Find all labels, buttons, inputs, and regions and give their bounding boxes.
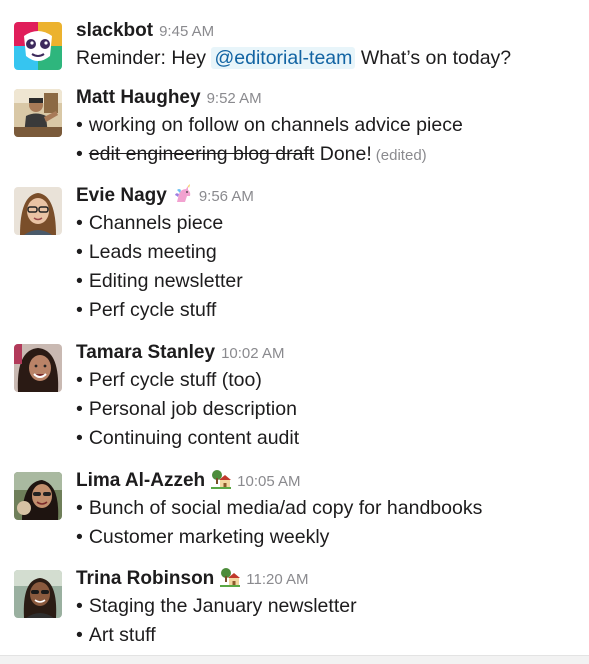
message-feed: slackbot 9:45 AM Reminder: Hey @editorial… bbox=[0, 0, 589, 655]
bullet: • bbox=[76, 241, 83, 263]
list-item-text: Continuing content audit bbox=[88, 427, 300, 449]
done-text: Done! bbox=[319, 143, 372, 165]
bullet: • bbox=[76, 427, 83, 449]
message-content: Tamara Stanley 10:02 AM • Perf cycle stuff… bbox=[76, 340, 579, 453]
message-header: Trina Robinson 11:20 AM bbox=[76, 566, 579, 592]
bullet: • bbox=[76, 497, 83, 519]
reminder-prefix: Reminder: Hey bbox=[76, 47, 207, 69]
list-item-text: working on follow on channels advice pie… bbox=[88, 114, 463, 136]
list-item: • edit engineering blog draft Done! (edite… bbox=[76, 140, 579, 169]
list-item-text: Channels piece bbox=[88, 212, 224, 234]
message-text: Reminder: Hey @editorial-team What’s on … bbox=[76, 44, 579, 73]
list-item-text: Editing newsletter bbox=[88, 270, 243, 292]
message-header: Tamara Stanley 10:02 AM bbox=[76, 340, 579, 366]
message-content: Trina Robinson 11:20 AM • Staging the Janu… bbox=[76, 566, 579, 650]
list-item-text: Perf cycle stuff bbox=[88, 299, 217, 321]
struck-item-text: edit engineering blog draft bbox=[88, 143, 315, 165]
timestamp[interactable]: 9:45 AM bbox=[159, 23, 214, 40]
sender-name[interactable]: Lima Al-Azzeh bbox=[76, 470, 205, 491]
list-item-text: Leads meeting bbox=[88, 241, 217, 263]
list-item-text: Bunch of social media/ad copy for handbo… bbox=[88, 497, 483, 519]
bullet: • bbox=[76, 270, 83, 292]
list-item: • Art stuff bbox=[76, 621, 579, 650]
slackbot-avatar-icon[interactable] bbox=[14, 22, 62, 70]
timestamp[interactable]: 9:52 AM bbox=[207, 90, 262, 107]
sender-name[interactable]: Matt Haughey bbox=[76, 87, 201, 108]
user-avatar-photo[interactable] bbox=[14, 89, 62, 137]
edited-label: (edited) bbox=[375, 147, 427, 164]
user-avatar-photo[interactable] bbox=[14, 187, 62, 235]
bullet: • bbox=[76, 369, 83, 391]
sender-name[interactable]: Trina Robinson bbox=[76, 568, 214, 589]
list-item-text: Perf cycle stuff (too) bbox=[88, 369, 262, 391]
list-item: • Leads meeting bbox=[76, 238, 579, 267]
user-avatar-photo[interactable] bbox=[14, 344, 62, 392]
user-avatar-photo[interactable] bbox=[14, 570, 62, 618]
list-item: • Perf cycle stuff bbox=[76, 296, 579, 325]
list-item: • Customer marketing weekly bbox=[76, 523, 579, 552]
unicorn-icon bbox=[173, 184, 193, 204]
message-header: Matt Haughey 9:52 AM bbox=[76, 85, 579, 111]
house-with-garden-icon bbox=[211, 469, 232, 489]
sender-name[interactable]: Evie Nagy bbox=[76, 185, 167, 206]
list-item: • Channels piece bbox=[76, 209, 579, 238]
list-item-text: Customer marketing weekly bbox=[88, 526, 330, 548]
list-item: • Bunch of social media/ad copy for handb… bbox=[76, 494, 579, 523]
list-item: • Personal job description bbox=[76, 395, 579, 424]
list-item: • Editing newsletter bbox=[76, 267, 579, 296]
list-item: • working on follow on channels advice pi… bbox=[76, 111, 579, 140]
list-item: • Perf cycle stuff (too) bbox=[76, 366, 579, 395]
mention-editorial-team[interactable]: @editorial-team bbox=[211, 47, 356, 69]
bullet: • bbox=[76, 114, 83, 136]
timestamp[interactable]: 11:20 AM bbox=[246, 571, 308, 588]
list-item: • Staging the January newsletter bbox=[76, 592, 579, 621]
message-content: Lima Al-Azzeh 10:05 AM • Bunch of social m… bbox=[76, 468, 579, 552]
list-item: • Continuing content audit bbox=[76, 424, 579, 453]
bullet: • bbox=[76, 624, 83, 646]
user-avatar-photo[interactable] bbox=[14, 472, 62, 520]
bullet: • bbox=[76, 299, 83, 321]
sender-name[interactable]: slackbot bbox=[76, 20, 153, 41]
bullet: • bbox=[76, 595, 83, 617]
sender-name[interactable]: Tamara Stanley bbox=[76, 342, 215, 363]
message-content: slackbot 9:45 AM Reminder: Hey @editorial… bbox=[76, 18, 579, 73]
house-with-garden-icon bbox=[220, 567, 241, 587]
timestamp[interactable]: 10:05 AM bbox=[237, 473, 300, 490]
bullet: • bbox=[76, 212, 83, 234]
reminder-suffix: What’s on today? bbox=[360, 47, 512, 69]
list-item-text: Art stuff bbox=[88, 624, 156, 646]
message-content: Matt Haughey 9:52 AM • working on follow o… bbox=[76, 85, 579, 169]
timestamp[interactable]: 9:56 AM bbox=[199, 188, 254, 205]
list-item-text: Personal job description bbox=[88, 398, 297, 420]
list-item-text: Staging the January newsletter bbox=[88, 595, 357, 617]
timestamp[interactable]: 10:02 AM bbox=[221, 345, 284, 362]
bullet: • bbox=[76, 398, 83, 420]
message-header: Evie Nagy 9:56 AM bbox=[76, 183, 579, 209]
message-content: Evie Nagy 9:56 AM • Channels piece • Leads … bbox=[76, 183, 579, 325]
bullet: • bbox=[76, 526, 83, 548]
bullet: • bbox=[76, 143, 83, 165]
message-header: Lima Al-Azzeh 10:05 AM bbox=[76, 468, 579, 494]
message-header: slackbot 9:45 AM bbox=[76, 18, 579, 44]
